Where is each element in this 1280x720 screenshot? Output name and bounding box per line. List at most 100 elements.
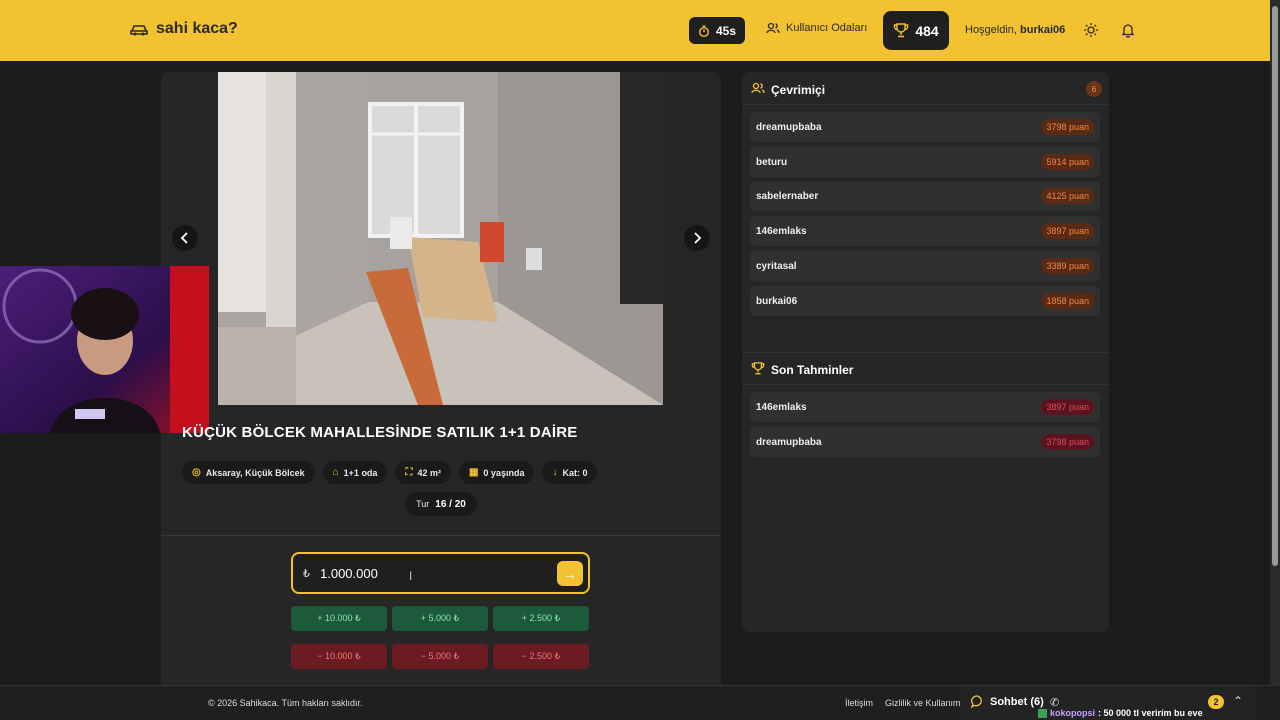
chat-user-icon	[1038, 709, 1047, 718]
section-divider	[742, 352, 1109, 353]
score-display[interactable]: 484	[883, 11, 949, 50]
area-chip: ⛶ 42 m²	[395, 461, 451, 484]
online-count-badge: 6	[1086, 81, 1102, 97]
users-icon	[766, 22, 780, 34]
text-cursor-icon: I	[409, 569, 413, 583]
adjust-minus-5000-button[interactable]: − 5.000 ₺	[392, 644, 488, 669]
chat-toggle[interactable]: Sohbet (6)	[971, 695, 1044, 708]
adjust-buttons-grid: + 10.000 ₺ + 5.000 ₺ + 2.500 ₺ − 10.000 …	[291, 606, 590, 669]
theme-toggle-sun-icon[interactable]	[1083, 22, 1099, 38]
chat-ticker: kokopopsi : 50 000 tl verirím bu eve	[1038, 708, 1203, 718]
streamer-webcam-overlay	[0, 266, 209, 433]
online-user-row[interactable]: sabelernaber 4125 puan	[750, 181, 1100, 211]
section-divider	[742, 384, 1109, 385]
chat-label-text: Sohbet (6)	[990, 695, 1044, 708]
unread-badge: 2	[1208, 695, 1224, 709]
user-name: beturu	[756, 156, 788, 168]
chevron-up-icon[interactable]: ⌃	[1233, 694, 1243, 708]
privacy-link[interactable]: Gizlilik ve Kullanım	[885, 698, 961, 708]
user-points: 1858 puan	[1041, 293, 1094, 309]
users-icon	[751, 82, 765, 97]
building-icon: ▦	[468, 467, 479, 478]
arrow-down-icon: ↓	[552, 467, 558, 478]
room-photo-illustration	[218, 72, 663, 405]
price-guess-field[interactable]: ₺ →	[291, 552, 590, 594]
ticker-username: kokopopsi	[1050, 708, 1096, 718]
listing-photo	[218, 72, 663, 405]
listing-features: ◎ Aksaray, Küçük Bölcek ⌂ 1+1 oda ⛶ 42 m…	[182, 461, 598, 484]
chevron-right-icon	[694, 232, 702, 244]
next-photo-button[interactable]	[684, 225, 710, 251]
online-user-row[interactable]: burkai06 1858 puan	[750, 286, 1100, 316]
prev-photo-button[interactable]	[172, 225, 198, 251]
recent-title: Son Tahminler	[771, 363, 854, 377]
logo[interactable]: sahi kaca?	[130, 20, 238, 38]
page-scrollbar[interactable]	[1270, 0, 1280, 685]
recent-guess-row[interactable]: 146emlaks 3897 puan	[750, 392, 1100, 422]
copyright-text: © 2026 Sahikaca. Tüm hakları saklıdır.	[208, 698, 363, 708]
age-chip: ▦ 0 yaşında	[458, 461, 535, 484]
car-icon	[130, 25, 148, 36]
recent-guess-row[interactable]: dreamupbaba 3798 puan	[750, 427, 1100, 457]
contact-link[interactable]: İletişim	[845, 698, 873, 708]
online-user-row[interactable]: dreamupbaba 3798 puan	[750, 112, 1100, 142]
user-name: sabelernaber	[756, 190, 819, 202]
user-points: 4125 puan	[1041, 188, 1094, 204]
online-section-header: Çevrimiçi	[751, 82, 825, 97]
user-points: 3897 puan	[1041, 399, 1094, 415]
price-guess-input[interactable]	[320, 565, 520, 581]
user-name: dreamupbaba	[756, 121, 822, 133]
floor-chip: ↓ Kat: 0	[542, 461, 598, 484]
round-indicator: Tur 16 / 20	[405, 492, 477, 516]
trophy-icon	[751, 362, 765, 378]
listing-title: KÜÇÜK BÖLCEK MAHALLESİNDE SATILIK 1+1 DA…	[182, 424, 578, 441]
adjust-minus-2500-button[interactable]: − 2.500 ₺	[493, 644, 589, 669]
chat-bubble-icon	[971, 695, 982, 708]
currency-symbol: ₺	[303, 567, 310, 580]
age-text: 0 yaşında	[483, 467, 525, 478]
section-divider	[742, 104, 1109, 105]
scrollbar-thumb[interactable]	[1272, 6, 1278, 566]
round-timer: 45s	[689, 17, 745, 44]
online-user-row[interactable]: cyritasal 3389 puan	[750, 251, 1100, 281]
user-name: 146emlaks	[756, 401, 807, 413]
notifications-bell-icon[interactable]	[1120, 22, 1136, 38]
floor-text: Kat: 0	[562, 467, 588, 478]
top-header: sahi kaca? 45s Kullanıcı Odaları 484 Hoş…	[0, 0, 1270, 61]
round-label: Tur	[416, 499, 430, 509]
expand-icon: ⛶	[405, 467, 413, 478]
recent-guesses-header: Son Tahminler	[751, 362, 853, 378]
adjust-plus-10000-button[interactable]: + 10.000 ₺	[291, 606, 387, 631]
online-user-row[interactable]: beturu 5914 puan	[750, 147, 1100, 177]
area-text: 42 m²	[417, 467, 441, 478]
adjust-minus-10000-button[interactable]: − 10.000 ₺	[291, 644, 387, 669]
location-text: Aksaray, Küçük Bölcek	[205, 467, 305, 478]
adjust-plus-5000-button[interactable]: + 5.000 ₺	[392, 606, 488, 631]
location-pin-icon: ◎	[192, 467, 201, 478]
user-points: 3798 puan	[1041, 119, 1094, 135]
ticker-message: : 50 000 tl verirím bu eve	[1098, 708, 1203, 718]
user-points: 3897 puan	[1041, 223, 1094, 239]
online-user-row[interactable]: 146emlaks 3897 puan	[750, 216, 1100, 246]
online-title: Çevrimiçi	[771, 82, 826, 97]
greeting: Hoşgeldin, burkai06	[965, 24, 1065, 36]
rooms-chip: ⌂ 1+1 oda	[322, 461, 388, 484]
user-points: 3389 puan	[1041, 258, 1094, 274]
user-points: 3798 puan	[1041, 434, 1094, 450]
user-name: cyritasal	[756, 260, 797, 272]
rooms-label: Kullanıcı Odaları	[786, 22, 868, 34]
user-rooms-link[interactable]: Kullanıcı Odaları	[766, 22, 867, 34]
timer-value: 45s	[715, 23, 737, 38]
user-name: 146emlaks	[756, 225, 807, 237]
score-value: 484	[915, 22, 939, 39]
adjust-plus-2500-button[interactable]: + 2.500 ₺	[493, 606, 589, 631]
greeting-username: burkai06	[1020, 24, 1066, 36]
round-value: 16 / 20	[435, 498, 466, 510]
submit-guess-button[interactable]: →	[557, 561, 583, 586]
trophy-icon	[894, 23, 909, 38]
user-name: dreamupbaba	[756, 436, 822, 448]
arrow-right-icon: →	[563, 565, 577, 582]
panel-divider	[161, 535, 721, 536]
chevron-left-icon	[180, 232, 188, 244]
user-name: burkai06	[756, 295, 798, 307]
